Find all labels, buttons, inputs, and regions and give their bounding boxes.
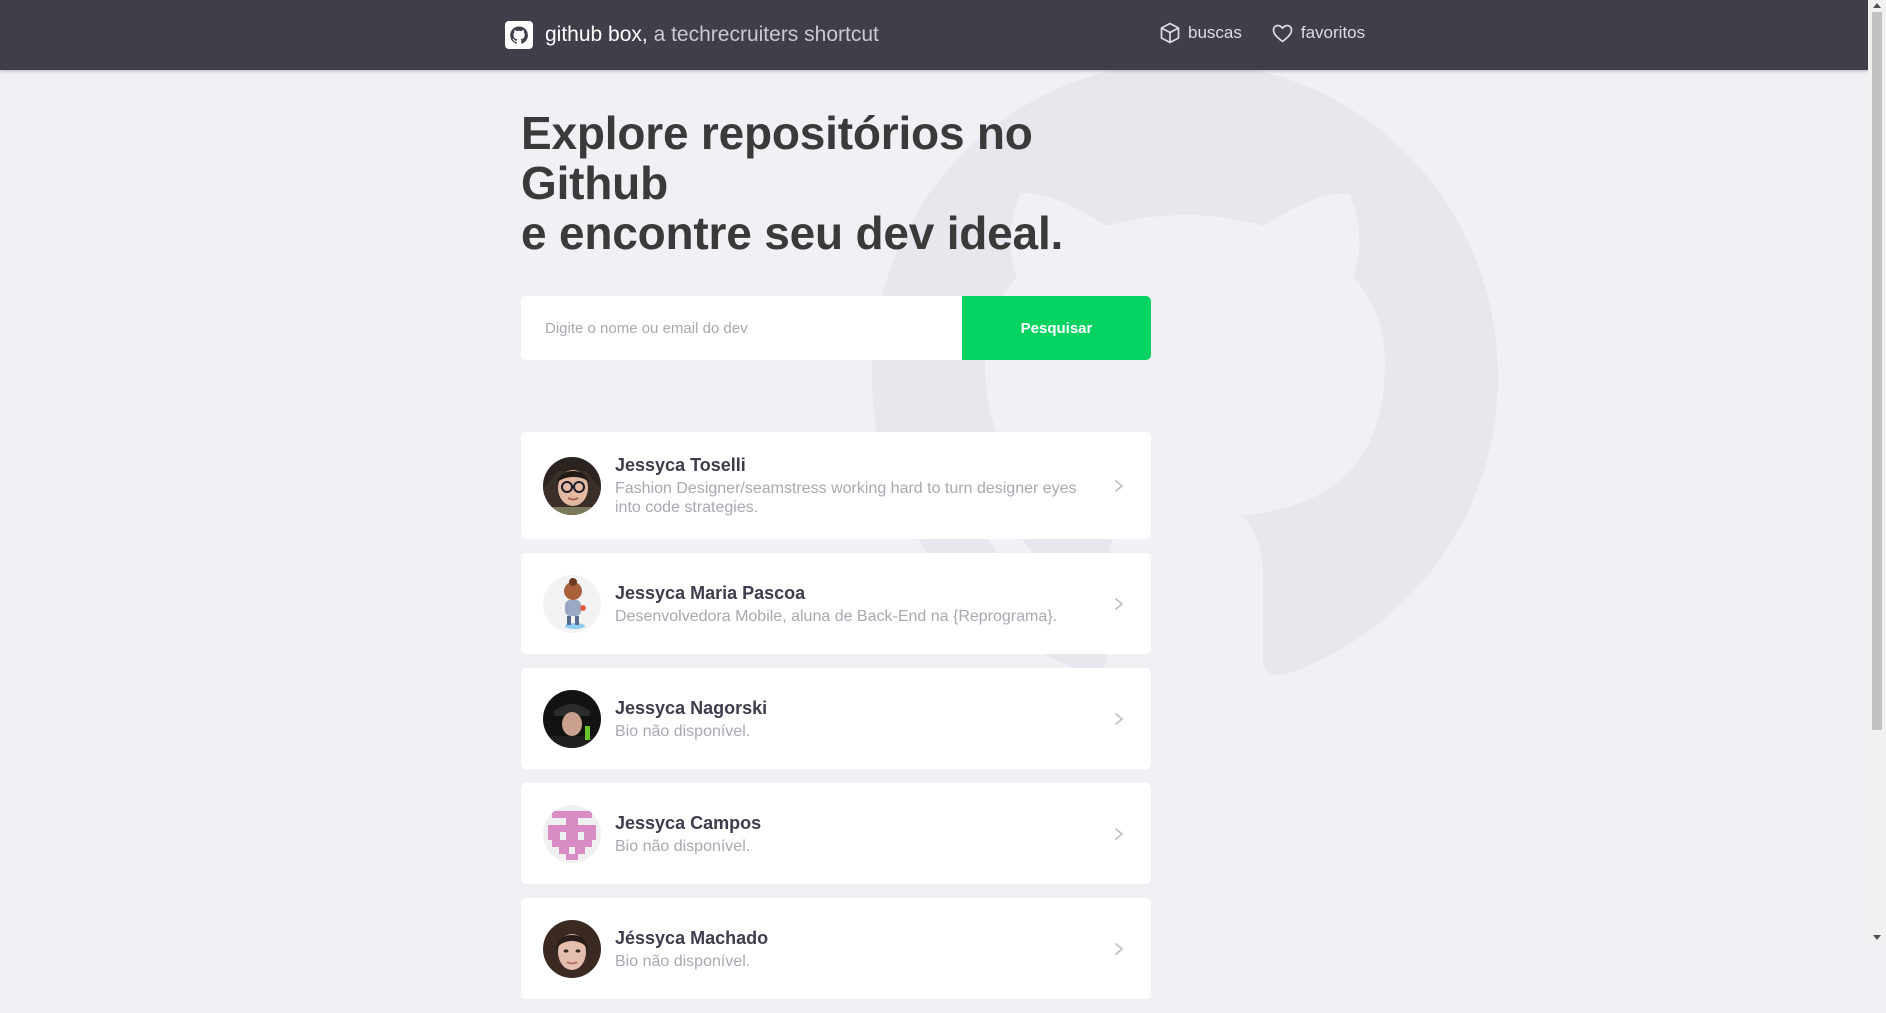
nav-buscas[interactable]: buscas [1160, 22, 1242, 44]
result-bio: Desenvolvedora Mobile, aluna de Back-End… [615, 607, 1058, 625]
scroll-up-arrow-icon[interactable] [1873, 3, 1881, 8]
chevron-right-icon [1115, 597, 1123, 610]
nav-favoritos[interactable]: favoritos [1272, 23, 1365, 43]
result-bio: Bio não disponível. [615, 722, 751, 740]
page-title: Explore repositórios no Github e encontr… [521, 108, 1151, 258]
page-scrollbar[interactable] [1868, 0, 1886, 944]
heart-icon [1272, 24, 1293, 42]
chevron-right-icon [1115, 942, 1123, 955]
list-item[interactable]: Jéssyca Machado Bio não disponível. [521, 898, 1151, 999]
headline-line-2: e encontre seu dev ideal. [521, 207, 1064, 259]
search-input[interactable] [521, 296, 962, 360]
search-form: Pesquisar [521, 296, 1151, 360]
chevron-right-icon [1115, 479, 1123, 492]
avatar [543, 456, 601, 515]
result-bio: Fashion Designer/seamstress working hard… [615, 480, 1077, 516]
chevron-right-icon [1115, 827, 1123, 840]
nav-buscas-label: buscas [1188, 23, 1242, 42]
brand[interactable]: github box, a techrecruiters shortcut [505, 20, 879, 50]
top-nav: buscas favoritos [1160, 22, 1365, 44]
github-logo-icon [505, 21, 533, 49]
avatar [543, 919, 601, 978]
avatar [543, 689, 601, 748]
list-item[interactable]: Jessyca Campos Bio não disponível. [521, 783, 1151, 884]
list-item[interactable]: Jessyca Nagorski Bio não disponível. [521, 668, 1151, 769]
result-name: Jessyca Nagorski [615, 697, 768, 718]
scroll-down-arrow-icon[interactable] [1873, 935, 1881, 940]
top-bar: github box, a techrecruiters shortcut bu… [0, 0, 1868, 70]
search-button[interactable]: Pesquisar [962, 296, 1151, 360]
headline-line-1: Explore repositórios no Github [521, 107, 1033, 209]
brand-tagline: a techrecruiters shortcut [647, 23, 879, 46]
list-item[interactable]: Jessyca Maria Pascoa Desenvolvedora Mobi… [521, 553, 1151, 654]
list-item[interactable]: Jessyca Toselli Fashion Designer/seamstr… [521, 432, 1151, 539]
chevron-right-icon [1115, 712, 1123, 725]
scrollbar-thumb[interactable] [1872, 12, 1882, 730]
result-info: Jessyca Campos Bio não disponível. [615, 812, 1113, 856]
result-name: Jessyca Toselli [615, 455, 746, 475]
result-bio: Bio não disponível. [615, 952, 751, 970]
result-info: Jessyca Toselli Fashion Designer/seamstr… [615, 454, 1113, 517]
result-name: Jéssyca Machado [615, 927, 769, 948]
result-name: Jessyca Maria Pascoa [615, 582, 806, 603]
avatar [543, 574, 601, 633]
nav-favoritos-label: favoritos [1300, 23, 1366, 42]
avatar [543, 804, 601, 863]
result-bio: Bio não disponível. [615, 837, 751, 855]
result-info: Jessyca Nagorski Bio não disponível. [615, 697, 1113, 741]
results-list: Jessyca Toselli Fashion Designer/seamstr… [521, 432, 1151, 999]
main-content: Explore repositórios no Github e encontr… [521, 70, 1151, 1013]
result-info: Jéssyca Machado Bio não disponível. [615, 927, 1113, 971]
box-icon [1160, 22, 1180, 44]
brand-name: github box, [545, 23, 648, 46]
result-name: Jessyca Campos [615, 812, 762, 833]
result-info: Jessyca Maria Pascoa Desenvolvedora Mobi… [615, 582, 1113, 626]
